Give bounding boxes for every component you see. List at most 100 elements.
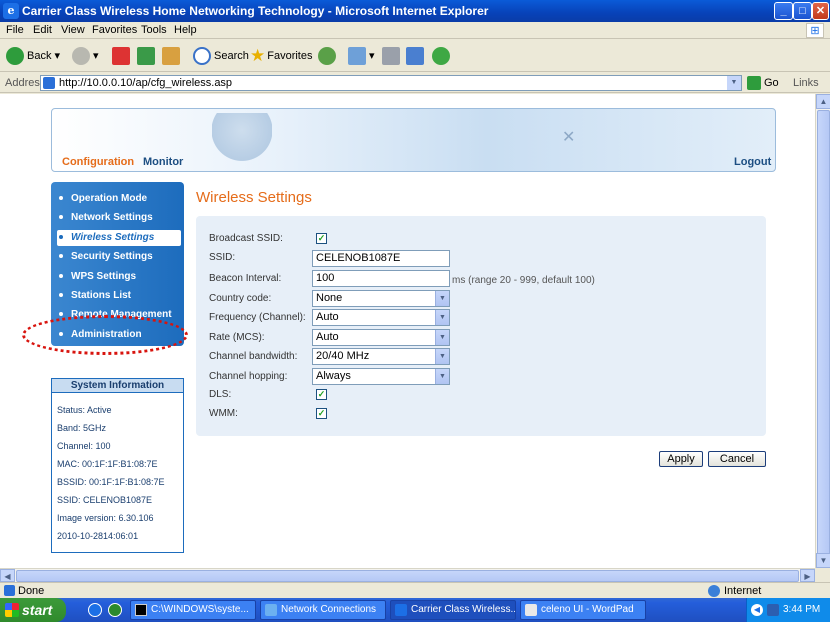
media-quicklaunch-icon[interactable] [108, 603, 122, 617]
task-ie-window[interactable]: Carrier Class Wireless... [390, 600, 516, 620]
edit-button[interactable] [406, 46, 427, 66]
vertical-scrollbar[interactable]: ▲ ▼ [815, 94, 830, 568]
taskbar: start C:\WINDOWS\syste... Network Connec… [0, 598, 830, 622]
maximize-button[interactable]: □ [793, 2, 812, 20]
stop-icon [112, 47, 130, 66]
broadcast-ssid-checkbox[interactable]: ✓ [316, 233, 327, 244]
nav-monitor[interactable]: Monitor [143, 156, 183, 168]
address-input[interactable]: http://10.0.0.10/ap/cfg_wireless.asp ▼ [40, 75, 742, 91]
go-label: Go [764, 77, 779, 89]
sidebar-item-label: Network Settings [71, 212, 153, 223]
sidebar-item-label: Operation Mode [71, 193, 148, 204]
ie-quicklaunch-icon[interactable] [88, 603, 102, 617]
channel-bandwidth-select[interactable]: 20/40 MHz ▼ [312, 348, 450, 365]
horizontal-scrollbar[interactable]: ◀ ▶ [0, 568, 815, 582]
network-tray-icon[interactable] [767, 604, 779, 616]
scroll-right-icon[interactable]: ▶ [800, 569, 815, 582]
task-cmd[interactable]: C:\WINDOWS\syste... [130, 600, 256, 620]
sidebar-item-operation-mode[interactable]: Operation Mode [59, 191, 147, 207]
logout-link[interactable]: Logout [734, 156, 771, 168]
task-wordpad[interactable]: celeno UI - WordPad [520, 600, 646, 620]
rate-select[interactable]: Auto ▼ [312, 329, 450, 346]
bullet-icon [59, 293, 63, 298]
go-button[interactable]: Go [747, 75, 779, 91]
minimize-button[interactable]: _ [774, 2, 793, 20]
task-network-connections[interactable]: Network Connections [260, 600, 386, 620]
system-tray: ◀ 3:44 PM [746, 598, 830, 622]
menu-edit[interactable]: Edit [33, 24, 52, 36]
windows-logo-icon [5, 603, 19, 617]
scroll-left-icon[interactable]: ◀ [0, 569, 15, 582]
favorites-button[interactable]: ★ Favorites [250, 46, 313, 66]
beacon-interval-input[interactable]: 100 [312, 270, 450, 287]
frequency-select[interactable]: Auto ▼ [312, 309, 450, 326]
scroll-up-icon[interactable]: ▲ [816, 94, 830, 109]
close-button[interactable]: ✕ [812, 2, 829, 20]
channel-bandwidth-label: Channel bandwidth: [209, 351, 298, 362]
start-button[interactable]: start [0, 598, 66, 622]
history-button[interactable] [318, 46, 339, 66]
forward-arrow-icon [72, 47, 90, 66]
sidebar-item-security-settings[interactable]: Security Settings [59, 249, 153, 265]
vertical-scroll-thumb[interactable] [817, 110, 830, 562]
page-icon [43, 77, 55, 89]
system-info-title: System Information [52, 379, 183, 393]
menu-view[interactable]: View [61, 24, 85, 36]
go-arrow-icon [747, 76, 761, 91]
cancel-button[interactable]: Cancel [708, 451, 766, 467]
country-code-value: None [316, 292, 343, 304]
back-label: Back [27, 50, 52, 62]
sidebar-item-stations-list[interactable]: Stations List [59, 288, 131, 304]
channel-hopping-select[interactable]: Always ▼ [312, 368, 450, 385]
sidebar-item-network-settings[interactable]: Network Settings [59, 210, 153, 226]
mail-icon [348, 47, 366, 66]
scroll-down-icon[interactable]: ▼ [816, 553, 830, 568]
menu-help[interactable]: Help [174, 24, 197, 36]
messenger-button[interactable] [432, 46, 453, 66]
window-titlebar[interactable]: e Carrier Class Wireless Home Networking… [0, 0, 830, 22]
bullet-icon [59, 274, 63, 279]
clock[interactable]: 3:44 PM [783, 598, 820, 622]
nav-configuration[interactable]: Configuration [62, 156, 134, 168]
start-label: start [22, 602, 53, 618]
page-title: Wireless Settings [196, 189, 312, 206]
menu-favorites[interactable]: Favorites [92, 24, 137, 36]
menu-tools[interactable]: Tools [141, 24, 167, 36]
stop-button[interactable] [112, 46, 133, 66]
address-dropdown-icon[interactable]: ▼ [727, 76, 741, 90]
horizontal-scroll-thumb[interactable] [16, 570, 799, 582]
printer-icon [382, 47, 400, 66]
home-button[interactable] [162, 46, 183, 66]
dls-checkbox[interactable]: ✓ [316, 389, 327, 400]
country-code-select[interactable]: None ▼ [312, 290, 450, 307]
page-header: ✕ Configuration Monitor Logout [51, 108, 776, 172]
home-icon [162, 47, 180, 66]
search-button[interactable]: Search [193, 46, 249, 66]
system-info-mac: MAC: 00:1F:1F:B1:08:7E [57, 459, 158, 469]
wordpad-icon [525, 604, 537, 616]
tray-expand-icon[interactable]: ◀ [751, 604, 763, 616]
mail-button[interactable]: ▾ [348, 46, 375, 66]
sidebar-item-wireless-settings[interactable]: Wireless Settings [57, 230, 181, 246]
chevron-down-icon: ▼ [435, 310, 449, 325]
back-button[interactable]: Back ▾ [6, 46, 60, 66]
links-label[interactable]: Links [793, 77, 819, 89]
forward-button[interactable]: ▾ [72, 46, 99, 66]
beacon-interval-hint: ms (range 20 - 999, default 100) [452, 275, 595, 286]
toolbar: Back ▾ ▾ Search ★ Favorites ▾ [0, 40, 830, 72]
sidebar-item-wps-settings[interactable]: WPS Settings [59, 269, 136, 285]
print-button[interactable] [382, 46, 403, 66]
menu-file[interactable]: File [6, 24, 24, 36]
windows-flag-icon: ⊞ [806, 23, 824, 38]
apply-button[interactable]: Apply [659, 451, 703, 467]
sidebar-item-label: Stations List [71, 290, 132, 301]
system-info-status: Status: Active [57, 405, 112, 415]
wireless-settings-form: Broadcast SSID: ✓ SSID: CELENOB1087E Bea… [196, 216, 766, 436]
task-label: celeno UI - WordPad [541, 604, 634, 615]
refresh-button[interactable] [137, 46, 158, 66]
task-label: Carrier Class Wireless... [411, 604, 516, 615]
sidebar-item-label: WPS Settings [71, 271, 137, 282]
wmm-checkbox[interactable]: ✓ [316, 408, 327, 419]
beacon-interval-label: Beacon Interval: [209, 273, 282, 284]
ssid-input[interactable]: CELENOB1087E [312, 250, 450, 267]
